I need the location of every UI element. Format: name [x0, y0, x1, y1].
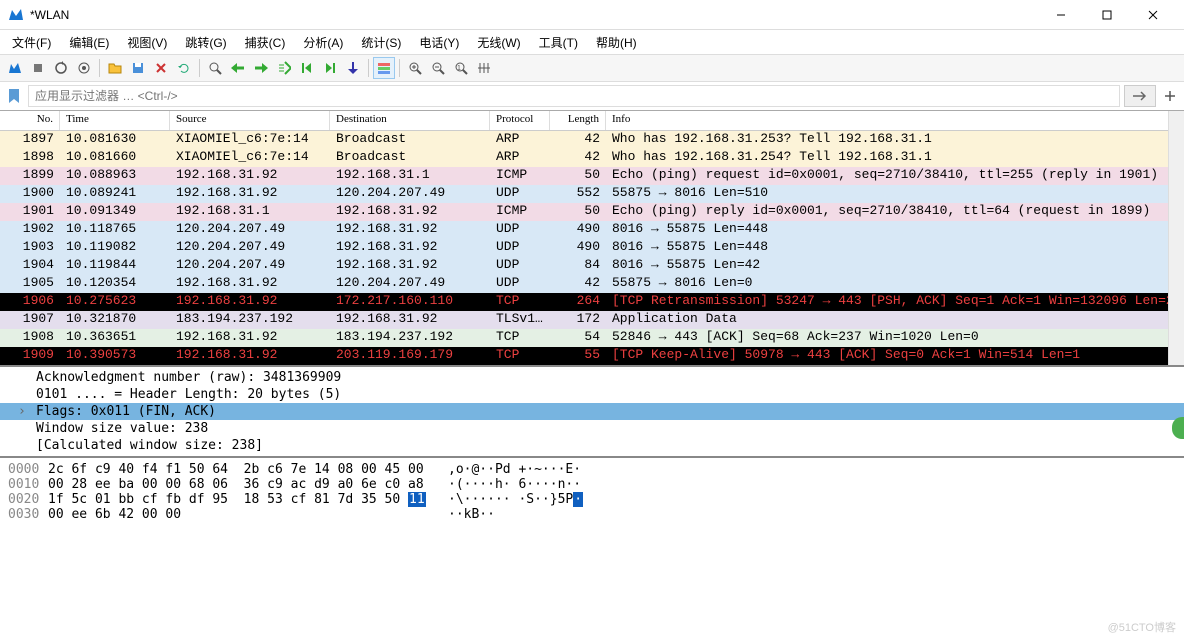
resize-columns-icon[interactable] [473, 57, 495, 79]
menu-go[interactable]: 跳转(G) [177, 32, 234, 53]
zoom-in-icon[interactable] [404, 57, 426, 79]
menu-tools[interactable]: 工具(T) [531, 32, 586, 53]
menu-help[interactable]: 帮助(H) [588, 32, 645, 53]
reload-file-icon[interactable] [173, 57, 195, 79]
col-info[interactable]: Info [606, 111, 1184, 130]
goto-packet-icon[interactable] [273, 57, 295, 79]
menu-file[interactable]: 文件(F) [4, 32, 59, 53]
close-file-icon[interactable] [150, 57, 172, 79]
packet-row[interactable]: 190910.390573192.168.31.92203.119.169.17… [0, 347, 1184, 365]
packet-row[interactable]: 190210.118765120.204.207.49192.168.31.92… [0, 221, 1184, 239]
col-length[interactable]: Length [550, 111, 606, 130]
packet-row[interactable]: 190410.119844120.204.207.49192.168.31.92… [0, 257, 1184, 275]
maximize-button[interactable] [1084, 0, 1130, 30]
autoscroll-icon[interactable] [342, 57, 364, 79]
colorize-icon[interactable] [373, 57, 395, 79]
watermark: @51CTO博客 [1108, 619, 1176, 635]
restart-capture-icon[interactable] [50, 57, 72, 79]
packet-list-pane: No. Time Source Destination Protocol Len… [0, 110, 1184, 365]
wireshark-fin-icon [8, 7, 24, 23]
menu-edit[interactable]: 编辑(E) [61, 32, 117, 53]
window-title: *WLAN [30, 8, 1038, 22]
open-file-icon[interactable] [104, 57, 126, 79]
packet-row[interactable]: 190810.363651192.168.31.92183.194.237.19… [0, 329, 1184, 347]
menu-analyze[interactable]: 分析(A) [295, 32, 351, 53]
find-packet-icon[interactable] [204, 57, 226, 79]
packet-row[interactable]: 190610.275623192.168.31.92172.217.160.11… [0, 293, 1184, 311]
expert-indicator-icon[interactable] [1172, 417, 1184, 439]
col-protocol[interactable]: Protocol [490, 111, 550, 130]
col-source[interactable]: Source [170, 111, 330, 130]
stop-capture-icon[interactable] [27, 57, 49, 79]
menu-capture[interactable]: 捕获(C) [237, 32, 294, 53]
col-destination[interactable]: Destination [330, 111, 490, 130]
minimize-button[interactable] [1038, 0, 1084, 30]
detail-header-length[interactable]: 0101 .... = Header Length: 20 bytes (5) [0, 386, 1184, 403]
detail-ack-raw[interactable]: Acknowledgment number (raw): 3481369909 [0, 369, 1184, 386]
capture-options-icon[interactable] [73, 57, 95, 79]
display-filter-input[interactable] [28, 85, 1120, 107]
menu-view[interactable]: 视图(V) [119, 32, 175, 53]
go-back-icon[interactable] [227, 57, 249, 79]
apply-filter-button[interactable] [1124, 85, 1156, 107]
start-capture-icon[interactable] [4, 57, 26, 79]
last-packet-icon[interactable] [319, 57, 341, 79]
svg-text:1: 1 [457, 65, 461, 72]
packet-row[interactable]: 189810.081660XIAOMIEl_c6:7e:14BroadcastA… [0, 149, 1184, 167]
detail-window-size[interactable]: Window size value: 238 [0, 420, 1184, 437]
packet-row[interactable]: 189710.081630XIAOMIEl_c6:7e:14BroadcastA… [0, 131, 1184, 149]
menu-telephony[interactable]: 电话(Y) [411, 32, 467, 53]
menu-stats[interactable]: 统计(S) [353, 32, 409, 53]
col-time[interactable]: Time [60, 111, 170, 130]
packet-row[interactable]: 190510.120354192.168.31.92120.204.207.49… [0, 275, 1184, 293]
packet-details-pane: Acknowledgment number (raw): 3481369909 … [0, 365, 1184, 456]
packet-row[interactable]: 190310.119082120.204.207.49192.168.31.92… [0, 239, 1184, 257]
packet-row[interactable]: 190110.091349192.168.31.1192.168.31.92IC… [0, 203, 1184, 221]
bookmark-icon[interactable] [4, 86, 24, 106]
zoom-out-icon[interactable] [427, 57, 449, 79]
detail-flags[interactable]: Flags: 0x011 (FIN, ACK) [0, 403, 1184, 420]
close-button[interactable] [1130, 0, 1176, 30]
packet-row[interactable]: 190010.089241192.168.31.92120.204.207.49… [0, 185, 1184, 203]
col-no[interactable]: No. [0, 111, 60, 130]
packet-list-scrollbar[interactable] [1168, 111, 1184, 365]
go-forward-icon[interactable] [250, 57, 272, 79]
packet-row[interactable]: 189910.088963192.168.31.92192.168.31.1IC… [0, 167, 1184, 185]
packet-row[interactable]: 190710.321870183.194.237.192192.168.31.9… [0, 311, 1184, 329]
add-filter-button[interactable] [1160, 85, 1180, 107]
save-file-icon[interactable] [127, 57, 149, 79]
packet-list-header: No. Time Source Destination Protocol Len… [0, 111, 1184, 131]
detail-calc-window[interactable]: [Calculated window size: 238] [0, 437, 1184, 454]
menu-bar: 文件(F) 编辑(E) 视图(V) 跳转(G) 捕获(C) 分析(A) 统计(S… [0, 30, 1184, 54]
first-packet-icon[interactable] [296, 57, 318, 79]
zoom-reset-icon[interactable]: 1 [450, 57, 472, 79]
menu-wireless[interactable]: 无线(W) [469, 32, 528, 53]
packet-bytes-pane[interactable]: 00002c 6f c9 40 f4 f1 50 64 2b c6 7e 14 … [0, 456, 1184, 526]
main-toolbar: 1 [0, 54, 1184, 82]
